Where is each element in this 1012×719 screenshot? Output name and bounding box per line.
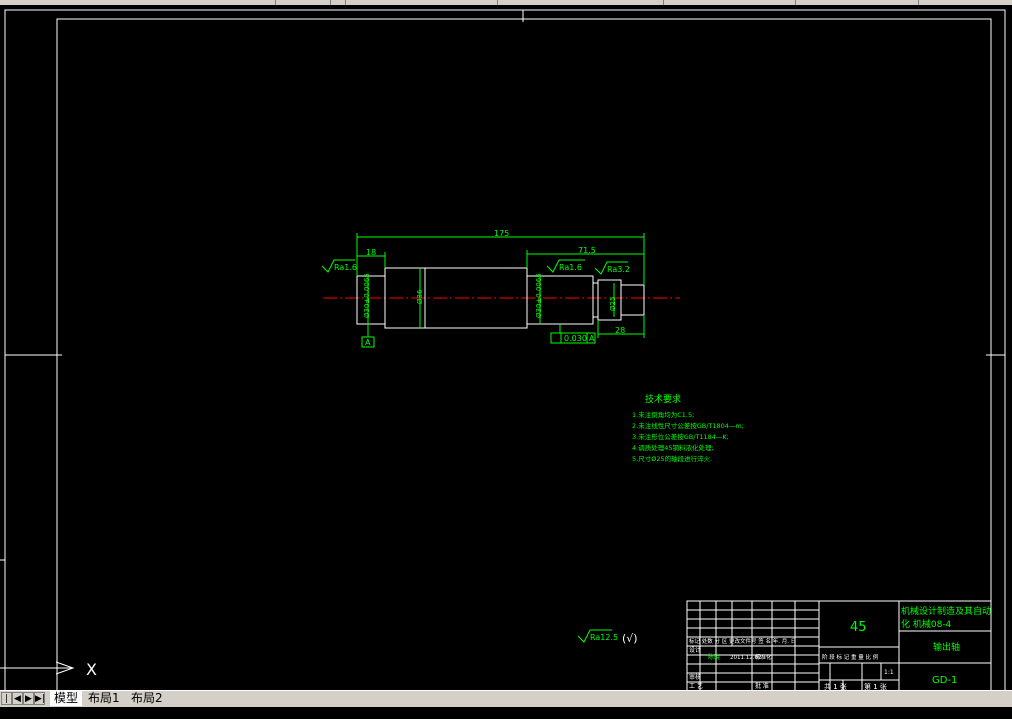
dia-right-journal: Ø30±0.0065 [535,273,543,318]
dia-main: Ø36 [416,289,424,304]
approve-label: 批 准 [755,682,769,690]
part-name: 输出轴 [933,641,960,653]
tech-requirement-2: 2.未注线性尺寸公差按GB/T1804—m; [632,421,744,430]
dim-left-step: 18 [366,248,376,257]
tab-layout1[interactable]: 布局1 [84,691,124,706]
dim-overall-length: 175 [494,229,509,238]
tab-next-button[interactable]: ▶ [23,692,34,705]
tech-requirement-5: 5.尺寸Ø25的轴段进行淬火. [632,454,712,463]
tab-first-button[interactable]: |◀ [1,692,12,717]
sheet-frame [0,9,1006,701]
general-roughness: Ra12.5 [590,633,618,642]
tolerance-value: 0.030 [564,334,587,343]
tech-requirement-3: 3.未注形位公差按GB/T1184—K; [632,432,729,441]
process-label: 工 艺 [689,682,703,690]
title-block-text: 45 机械设计制造及其自动 化 机械08-4 输出轴 GD-1 1:1 共 1 … [689,605,991,691]
drawing-number: GD-1 [932,675,957,686]
stage-labels: 阶 段 标 记 重 量 比 例 [822,653,879,661]
tech-requirement-1: 1.未注倒角均为C1.5; [632,410,694,419]
class-line: 化 机械08-4 [901,618,952,630]
tech-requirement-4: 4.调质处理45钢料浓化处理; [632,443,714,452]
school-name: 机械设计制造及其自动 [901,605,991,617]
tab-last-button[interactable]: ▶| [34,692,45,705]
standardization-label: 标准化 [755,653,772,661]
designer-name: 陈晓 [708,653,720,661]
revision-row-labels: 标记 处数 分 区 更改文件号 签 名 年. 月. 日 [689,637,796,645]
dim-right-group: 71.5 [578,246,596,255]
scale: 1:1 [884,669,894,676]
roughness-right: Ra3.2 [607,265,630,274]
dia-end: Ø25 [609,297,617,311]
tab-model[interactable]: 模型 [50,691,83,706]
ucs-icon [0,661,75,675]
drawing-canvas[interactable]: 175 18 71.5 28 Ra1.6 Ra1.6 Ra3.2 A 0.030… [0,0,1012,706]
dimension-text: 175 18 71.5 28 Ra1.6 Ra1.6 Ra3.2 A 0.030… [334,229,638,645]
ucs-x-label: X [86,660,97,679]
roughness-mid: Ra1.6 [559,263,582,272]
review-label: 审核 [689,673,701,681]
designer-label: 设计 [689,646,701,654]
datum-label: A [365,338,371,347]
material: 45 [850,620,867,635]
layout-tab-bar: |◀ ◀ ▶ ▶| 模型 布局1 布局2 [0,690,1012,717]
tab-prev-button[interactable]: ◀ [12,692,23,705]
tab-layout2[interactable]: 布局2 [127,691,167,706]
dia-left: Ø30±0.0065 [363,273,371,318]
tolerance-datum: A [589,334,595,343]
general-roughness-other: (√) [622,632,638,645]
tech-requirements-title: 技术要求 [645,393,681,405]
dim-right-step: 28 [615,326,625,335]
tech-requirements: 技术要求 1.未注倒角均为C1.5; 2.未注线性尺寸公差按GB/T1804—m… [632,393,744,463]
roughness-left: Ra1.6 [334,263,357,272]
